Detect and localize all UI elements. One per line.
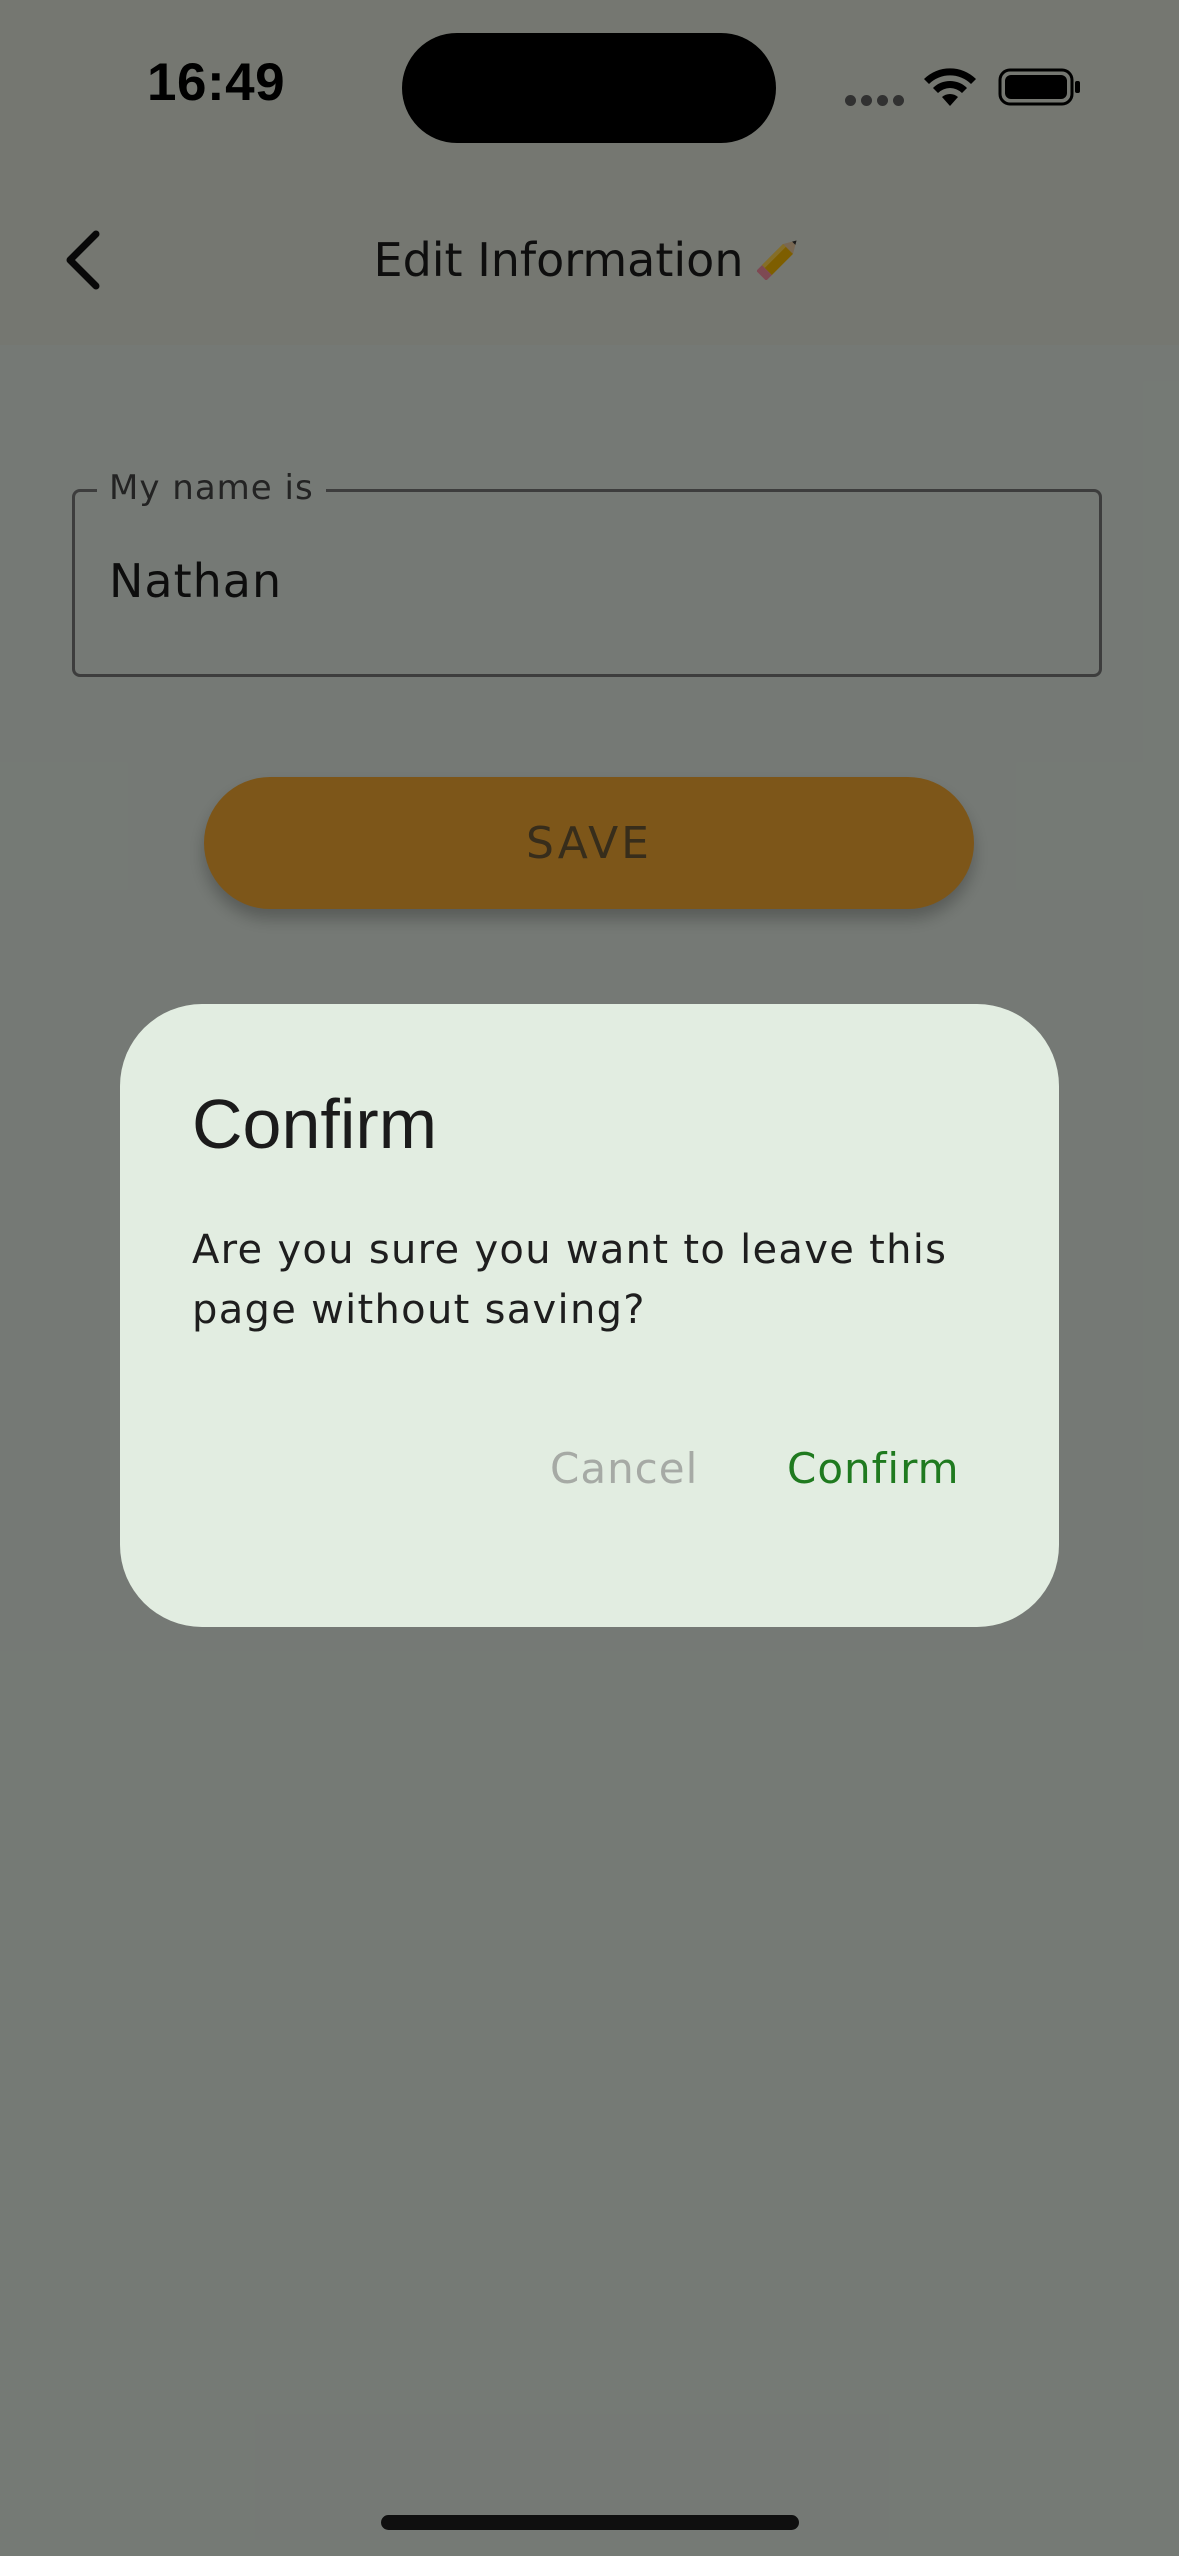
confirm-button[interactable]: Confirm bbox=[787, 1444, 960, 1493]
dialog-title: Confirm bbox=[192, 1085, 438, 1163]
confirm-dialog: Confirm Are you sure you want to leave t… bbox=[120, 1004, 1059, 1627]
dialog-message: Are you sure you want to leave this page… bbox=[192, 1227, 948, 1333]
screen: 16:49 Edit Information My name is Nathan bbox=[0, 0, 1179, 2556]
home-indicator[interactable] bbox=[381, 2515, 799, 2530]
cancel-button[interactable]: Cancel bbox=[550, 1444, 698, 1493]
